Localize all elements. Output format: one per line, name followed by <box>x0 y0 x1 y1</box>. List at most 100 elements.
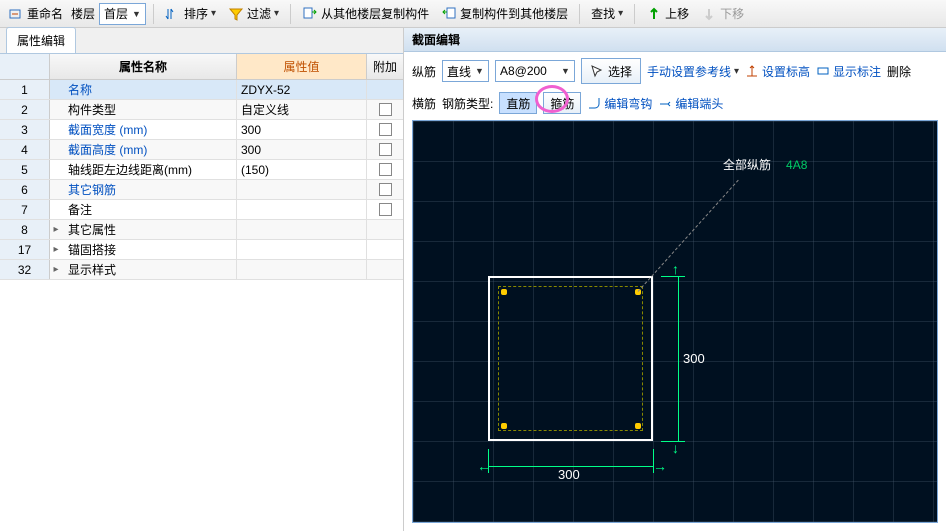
prop-name: 轴线距左边线距离(mm) <box>62 160 237 179</box>
separator <box>579 4 580 24</box>
elevation-icon <box>745 64 759 78</box>
checkbox[interactable] <box>379 183 392 196</box>
property-row[interactable]: 17▸锚固搭接 <box>0 240 403 260</box>
floor-combo[interactable]: 首层 ▼ <box>99 3 146 25</box>
manual-refline-button[interactable]: 手动设置参考线 ▾ <box>647 63 739 80</box>
select-button[interactable]: 选择 <box>581 58 641 84</box>
expand-icon <box>50 120 62 139</box>
prop-value[interactable] <box>237 240 367 259</box>
prop-extra <box>367 220 403 239</box>
search-button[interactable]: 查找 ▾ <box>587 3 627 24</box>
cursor-icon <box>590 64 604 78</box>
row-number: 17 <box>0 240 50 259</box>
prop-value[interactable]: 300 <box>237 140 367 159</box>
checkbox[interactable] <box>379 203 392 216</box>
sort-button[interactable]: 排序 ▾ <box>161 3 220 24</box>
prop-name: 显示样式 <box>62 260 237 279</box>
annotation-icon <box>816 64 830 78</box>
rebar-spec-combo[interactable]: A8@200 ▼ <box>495 60 575 82</box>
chevron-down-icon: ▾ <box>274 8 279 19</box>
chevron-down-icon: ▾ <box>734 66 739 77</box>
header-num <box>0 54 50 79</box>
set-elev-label: 设置标高 <box>762 63 810 80</box>
prop-name: 截面宽度 (mm) <box>62 120 237 139</box>
copy-to-button[interactable]: 复制构件到其他楼层 <box>437 3 572 24</box>
prop-value[interactable]: ZDYX-52 <box>237 80 367 99</box>
property-rows: 1名称ZDYX-522构件类型自定义线3截面宽度 (mm)3004截面高度 (m… <box>0 80 403 280</box>
set-elevation-button[interactable]: 设置标高 <box>745 63 810 80</box>
tab-property-edit[interactable]: 属性编辑 <box>6 27 76 53</box>
floor-value: 首层 <box>104 5 128 22</box>
checkbox[interactable] <box>379 103 392 116</box>
tab-bar: 属性编辑 <box>0 28 403 54</box>
prop-extra[interactable] <box>367 140 403 159</box>
property-row[interactable]: 2构件类型自定义线 <box>0 100 403 120</box>
move-down-button[interactable]: 下移 <box>697 3 748 24</box>
separator <box>634 4 635 24</box>
edit-bend-button[interactable]: 编辑弯钩 <box>587 95 652 112</box>
property-row[interactable]: 7备注 <box>0 200 403 220</box>
dim-arrow: ← <box>477 459 491 473</box>
copy-to-label: 复制构件到其他楼层 <box>460 5 568 22</box>
header-ext: 附加 <box>367 54 403 79</box>
show-annotation-button[interactable]: 显示标注 <box>816 63 881 80</box>
header-value: 属性值 <box>237 54 367 79</box>
property-row[interactable]: 4截面高度 (mm)300 <box>0 140 403 160</box>
copy-from-button[interactable]: 从其他楼层复制构件 <box>298 3 433 24</box>
main-toolbar: 重命名 楼层 首层 ▼ 排序 ▾ 过滤 ▾ 从其他楼层复制构件 复制构件到其他楼… <box>0 0 946 28</box>
prop-value[interactable] <box>237 180 367 199</box>
rename-button[interactable]: 重命名 <box>4 3 67 24</box>
prop-value[interactable]: 自定义线 <box>237 100 367 119</box>
rebar-type-label: 钢筋类型: <box>442 95 493 112</box>
prop-extra[interactable] <box>367 180 403 199</box>
straight-rebar-button[interactable]: 直筋 <box>499 92 537 114</box>
expand-icon[interactable]: ▸ <box>50 240 62 259</box>
search-label: 查找 <box>591 5 615 22</box>
arrow-up-icon <box>646 6 662 22</box>
section-canvas[interactable]: ← → 300 ↑ ↓ 300 全部纵筋 4A8 <box>412 120 938 523</box>
prop-extra[interactable] <box>367 120 403 139</box>
zongj-label: 纵筋 <box>412 63 436 80</box>
prop-extra[interactable] <box>367 200 403 219</box>
property-row[interactable]: 1名称ZDYX-52 <box>0 80 403 100</box>
label-all-text: 全部纵筋 <box>723 158 771 172</box>
sort-icon <box>165 6 181 22</box>
filter-button[interactable]: 过滤 ▾ <box>224 3 283 24</box>
hengj-label: 横筋 <box>412 95 436 112</box>
checkbox[interactable] <box>379 163 392 176</box>
prop-name: 其它属性 <box>62 220 237 239</box>
rebar-dot <box>635 423 641 429</box>
expand-icon[interactable]: ▸ <box>50 220 62 239</box>
row-number: 7 <box>0 200 50 219</box>
property-row[interactable]: 5轴线距左边线距离(mm)(150) <box>0 160 403 180</box>
main-area: 属性编辑 属性名称 属性值 附加 1名称ZDYX-522构件类型自定义线3截面宽… <box>0 28 946 531</box>
left-panel: 属性编辑 属性名称 属性值 附加 1名称ZDYX-522构件类型自定义线3截面宽… <box>0 28 404 531</box>
delete-button[interactable]: 删除 <box>887 63 911 80</box>
prop-value[interactable]: (150) <box>237 160 367 179</box>
row-number: 8 <box>0 220 50 239</box>
property-row[interactable]: 6其它钢筋 <box>0 180 403 200</box>
property-row[interactable]: 8▸其它属性 <box>0 220 403 240</box>
checkbox[interactable] <box>379 123 392 136</box>
dim-width-text: 300 <box>558 467 580 482</box>
expand-icon[interactable]: ▸ <box>50 260 62 279</box>
prop-value[interactable] <box>237 200 367 219</box>
prop-value[interactable]: 300 <box>237 120 367 139</box>
prop-value[interactable] <box>237 260 367 279</box>
chevron-down-icon: ▼ <box>132 9 141 19</box>
prop-extra[interactable] <box>367 160 403 179</box>
line-type-combo[interactable]: 直线 ▼ <box>442 60 489 82</box>
prop-extra[interactable] <box>367 100 403 119</box>
edit-end-button[interactable]: 编辑端头 <box>658 95 723 112</box>
expand-icon <box>50 80 62 99</box>
right-panel: 截面编辑 纵筋 直线 ▼ A8@200 ▼ 选择 手动设置参考线 ▾ 设置标高 <box>404 28 946 531</box>
stirrup-button[interactable]: 箍筋 <box>543 92 581 114</box>
property-row[interactable]: 3截面宽度 (mm)300 <box>0 120 403 140</box>
row-number: 1 <box>0 80 50 99</box>
checkbox[interactable] <box>379 143 392 156</box>
expand-icon <box>50 140 62 159</box>
section-toolbar-2: 横筋 钢筋类型: 直筋 箍筋 编辑弯钩 编辑端头 <box>404 90 946 120</box>
prop-value[interactable] <box>237 220 367 239</box>
property-row[interactable]: 32▸显示样式 <box>0 260 403 280</box>
move-up-button[interactable]: 上移 <box>642 3 693 24</box>
